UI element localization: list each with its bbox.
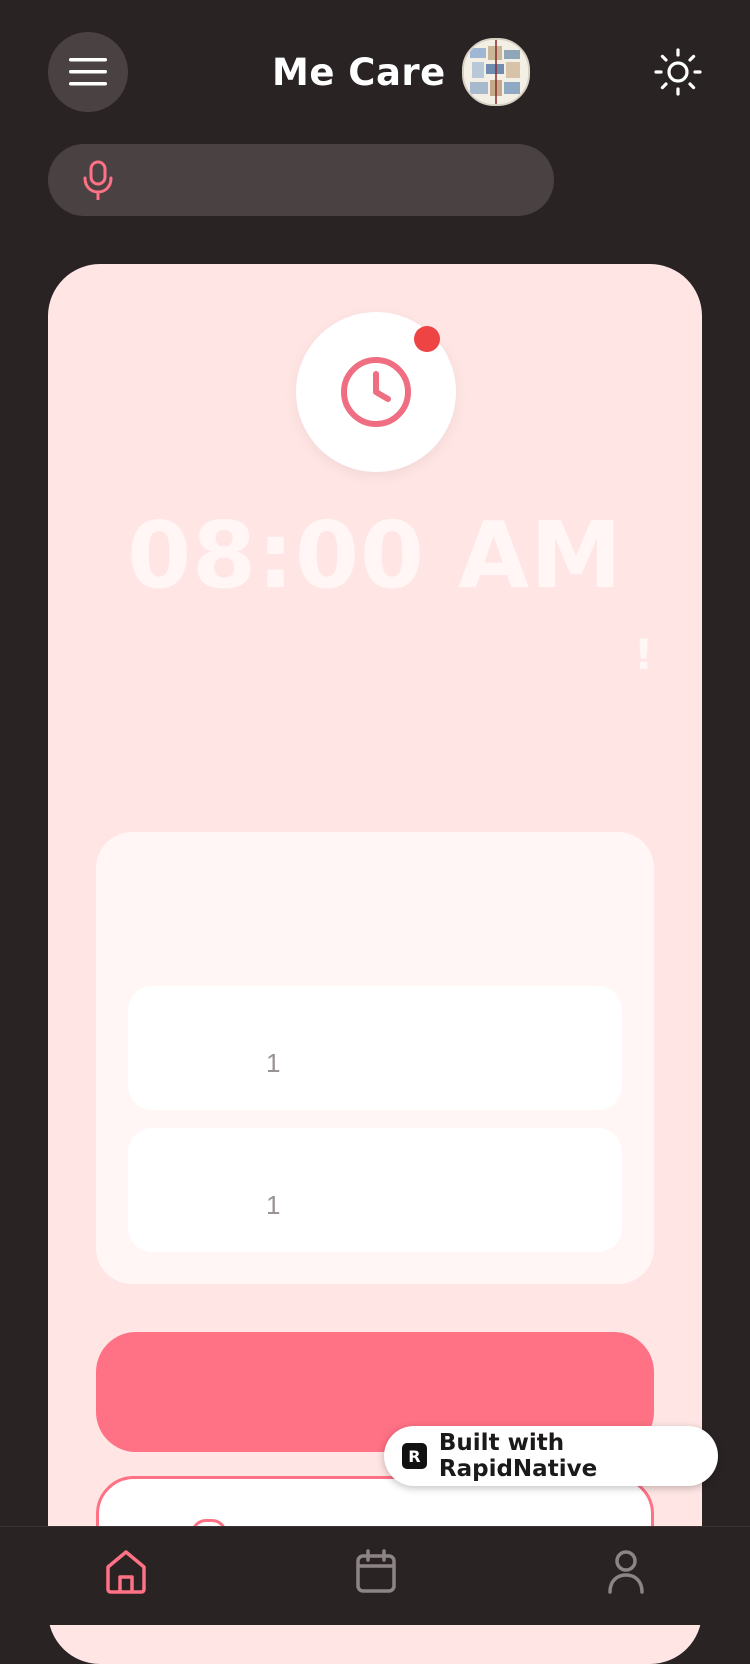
detail-value: 1	[266, 1190, 281, 1220]
calendar-icon	[356, 1549, 396, 1593]
sun-icon	[654, 48, 702, 96]
microphone-icon[interactable]	[80, 160, 116, 200]
notification-dot	[414, 326, 440, 352]
menu-button[interactable]	[48, 32, 128, 112]
collage-avatar-image	[463, 40, 528, 104]
reminder-time: 08:00 AM	[127, 502, 623, 609]
user-icon	[608, 1550, 644, 1594]
title-group: Me Care	[272, 38, 530, 106]
exclamation-mark: !	[634, 630, 654, 679]
home-icon	[106, 1550, 146, 1594]
app-title: Me Care	[272, 50, 446, 94]
clock-icon	[341, 357, 411, 427]
theme-toggle-button[interactable]	[652, 46, 704, 98]
badge-text: Built with RapidNative	[438, 1430, 598, 1482]
clock-badge	[296, 312, 456, 472]
tab-home[interactable]	[102, 1547, 150, 1595]
details-panel: 1 1	[96, 832, 654, 1284]
tab-profile[interactable]	[602, 1547, 650, 1595]
bottom-tab-bar	[0, 1526, 750, 1625]
rapidnative-logo-icon: R	[402, 1443, 427, 1469]
app-header: Me Care	[0, 0, 750, 140]
detail-row: 1	[128, 986, 622, 1110]
built-with-badge[interactable]: R Built with RapidNative	[384, 1426, 718, 1486]
avatar[interactable]	[461, 38, 530, 106]
detail-row: 1	[128, 1128, 622, 1252]
detail-value: 1	[266, 1048, 281, 1078]
tab-calendar[interactable]	[352, 1547, 400, 1595]
hamburger-menu-icon	[69, 58, 107, 86]
voice-search-bar[interactable]	[48, 144, 554, 216]
